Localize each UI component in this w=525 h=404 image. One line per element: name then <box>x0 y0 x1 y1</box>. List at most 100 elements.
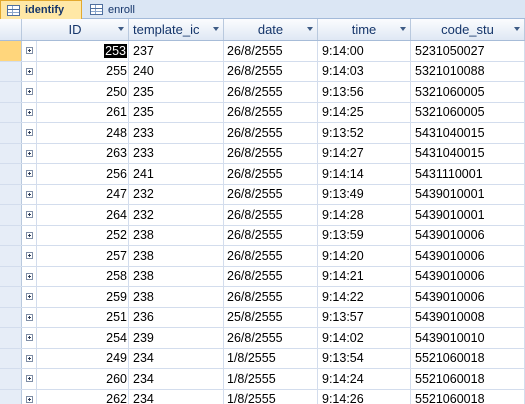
table-row[interactable]: 251 236 25/8/2555 9:13:57 5439010008 <box>0 307 525 328</box>
tab-enroll[interactable]: enroll <box>84 0 142 19</box>
cell-time[interactable]: 9:13:49 <box>318 184 411 204</box>
record-selector[interactable] <box>0 348 22 368</box>
record-selector[interactable] <box>0 307 22 327</box>
cell-code-stu[interactable]: 5321060005 <box>411 102 525 122</box>
expand-subdatasheet-button[interactable] <box>22 41 37 61</box>
table-row[interactable]: 248 233 26/8/2555 9:13:52 5431040015 <box>0 123 525 144</box>
sort-filter-icon[interactable] <box>400 27 406 31</box>
cell-date[interactable]: 1/8/2555 <box>224 389 318 404</box>
cell-time[interactable]: 9:14:20 <box>318 246 411 266</box>
cell-code-stu[interactable]: 5431040015 <box>411 123 525 143</box>
cell-time[interactable]: 9:13:59 <box>318 225 411 245</box>
record-selector[interactable] <box>0 164 22 184</box>
cell-time[interactable]: 9:13:56 <box>318 82 411 102</box>
record-selector[interactable] <box>0 82 22 102</box>
table-row[interactable]: 253 237 26/8/2555 9:14:00 5231050027 <box>0 41 525 62</box>
cell-code-stu[interactable]: 5521060018 <box>411 348 525 368</box>
cell-id[interactable]: 260 <box>37 369 129 389</box>
column-header-time[interactable]: time <box>318 19 411 40</box>
cell-id[interactable]: 257 <box>37 246 129 266</box>
cell-template-id[interactable]: 232 <box>129 184 224 204</box>
table-row[interactable]: 252 238 26/8/2555 9:13:59 5439010006 <box>0 225 525 246</box>
cell-time[interactable]: 9:14:28 <box>318 205 411 225</box>
cell-time[interactable]: 9:14:25 <box>318 102 411 122</box>
record-selector[interactable] <box>0 41 22 61</box>
column-header-id[interactable]: ID <box>22 19 129 40</box>
cell-template-id[interactable]: 238 <box>129 287 224 307</box>
cell-template-id[interactable]: 233 <box>129 143 224 163</box>
table-row[interactable]: 257 238 26/8/2555 9:14:20 5439010006 <box>0 246 525 267</box>
cell-date[interactable]: 26/8/2555 <box>224 164 318 184</box>
cell-date[interactable]: 26/8/2555 <box>224 41 318 61</box>
cell-date[interactable]: 26/8/2555 <box>224 143 318 163</box>
cell-id[interactable]: 247 <box>37 184 129 204</box>
expand-subdatasheet-button[interactable] <box>22 184 37 204</box>
cell-template-id[interactable]: 237 <box>129 41 224 61</box>
table-row[interactable]: 264 232 26/8/2555 9:14:28 5439010001 <box>0 205 525 226</box>
table-row[interactable]: 256 241 26/8/2555 9:14:14 5431110001 <box>0 164 525 185</box>
cell-id[interactable]: 249 <box>37 348 129 368</box>
cell-code-stu[interactable]: 5439010001 <box>411 205 525 225</box>
cell-time[interactable]: 9:14:26 <box>318 389 411 404</box>
sort-dropdown-icon[interactable] <box>118 27 124 31</box>
cell-code-stu[interactable]: 5439010006 <box>411 266 525 286</box>
cell-time[interactable]: 9:13:52 <box>318 123 411 143</box>
cell-date[interactable]: 26/8/2555 <box>224 184 318 204</box>
cell-id[interactable]: 261 <box>37 102 129 122</box>
cell-code-stu[interactable]: 5431040015 <box>411 143 525 163</box>
table-row[interactable]: 258 238 26/8/2555 9:14:21 5439010006 <box>0 266 525 287</box>
record-selector[interactable] <box>0 369 22 389</box>
cell-date[interactable]: 26/8/2555 <box>224 123 318 143</box>
cell-date[interactable]: 26/8/2555 <box>224 102 318 122</box>
cell-code-stu[interactable]: 5439010006 <box>411 225 525 245</box>
expand-subdatasheet-button[interactable] <box>22 287 37 307</box>
cell-date[interactable]: 25/8/2555 <box>224 307 318 327</box>
cell-template-id[interactable]: 235 <box>129 102 224 122</box>
cell-id[interactable]: 255 <box>37 61 129 81</box>
cell-code-stu[interactable]: 5439010006 <box>411 246 525 266</box>
table-row[interactable]: 247 232 26/8/2555 9:13:49 5439010001 <box>0 184 525 205</box>
cell-id[interactable]: 253 <box>37 41 129 61</box>
cell-time[interactable]: 9:14:27 <box>318 143 411 163</box>
table-row[interactable]: 255 240 26/8/2555 9:14:03 5321010088 <box>0 61 525 82</box>
table-row[interactable]: 249 234 1/8/2555 9:13:54 5521060018 <box>0 348 525 369</box>
cell-code-stu[interactable]: 5431110001 <box>411 164 525 184</box>
cell-time[interactable]: 9:13:57 <box>318 307 411 327</box>
cell-date[interactable]: 26/8/2555 <box>224 61 318 81</box>
record-selector[interactable] <box>0 287 22 307</box>
sort-dropdown-icon[interactable] <box>213 27 219 31</box>
cell-time[interactable]: 9:13:54 <box>318 348 411 368</box>
select-all-corner[interactable] <box>0 19 22 40</box>
cell-template-id[interactable]: 234 <box>129 348 224 368</box>
record-selector[interactable] <box>0 143 22 163</box>
cell-template-id[interactable]: 234 <box>129 369 224 389</box>
record-selector[interactable] <box>0 389 22 404</box>
record-selector[interactable] <box>0 266 22 286</box>
cell-id[interactable]: 258 <box>37 266 129 286</box>
cell-template-id[interactable]: 238 <box>129 266 224 286</box>
cell-code-stu[interactable]: 5439010010 <box>411 328 525 348</box>
cell-template-id[interactable]: 241 <box>129 164 224 184</box>
cell-id[interactable]: 252 <box>37 225 129 245</box>
cell-template-id[interactable]: 235 <box>129 82 224 102</box>
cell-template-id[interactable]: 234 <box>129 389 224 404</box>
table-row[interactable]: 262 234 1/8/2555 9:14:26 5521060018 <box>0 389 525 404</box>
expand-subdatasheet-button[interactable] <box>22 369 37 389</box>
column-header-date[interactable]: date <box>224 19 318 40</box>
cell-template-id[interactable]: 239 <box>129 328 224 348</box>
cell-template-id[interactable]: 240 <box>129 61 224 81</box>
cell-date[interactable]: 26/8/2555 <box>224 328 318 348</box>
cell-id[interactable]: 248 <box>37 123 129 143</box>
expand-subdatasheet-button[interactable] <box>22 123 37 143</box>
cell-time[interactable]: 9:14:02 <box>318 328 411 348</box>
expand-subdatasheet-button[interactable] <box>22 82 37 102</box>
cell-date[interactable]: 1/8/2555 <box>224 369 318 389</box>
record-selector[interactable] <box>0 184 22 204</box>
table-row[interactable]: 250 235 26/8/2555 9:13:56 5321060005 <box>0 82 525 103</box>
table-row[interactable]: 254 239 26/8/2555 9:14:02 5439010010 <box>0 328 525 349</box>
cell-id[interactable]: 263 <box>37 143 129 163</box>
cell-time[interactable]: 9:14:14 <box>318 164 411 184</box>
cell-time[interactable]: 9:14:22 <box>318 287 411 307</box>
expand-subdatasheet-button[interactable] <box>22 246 37 266</box>
cell-template-id[interactable]: 238 <box>129 225 224 245</box>
